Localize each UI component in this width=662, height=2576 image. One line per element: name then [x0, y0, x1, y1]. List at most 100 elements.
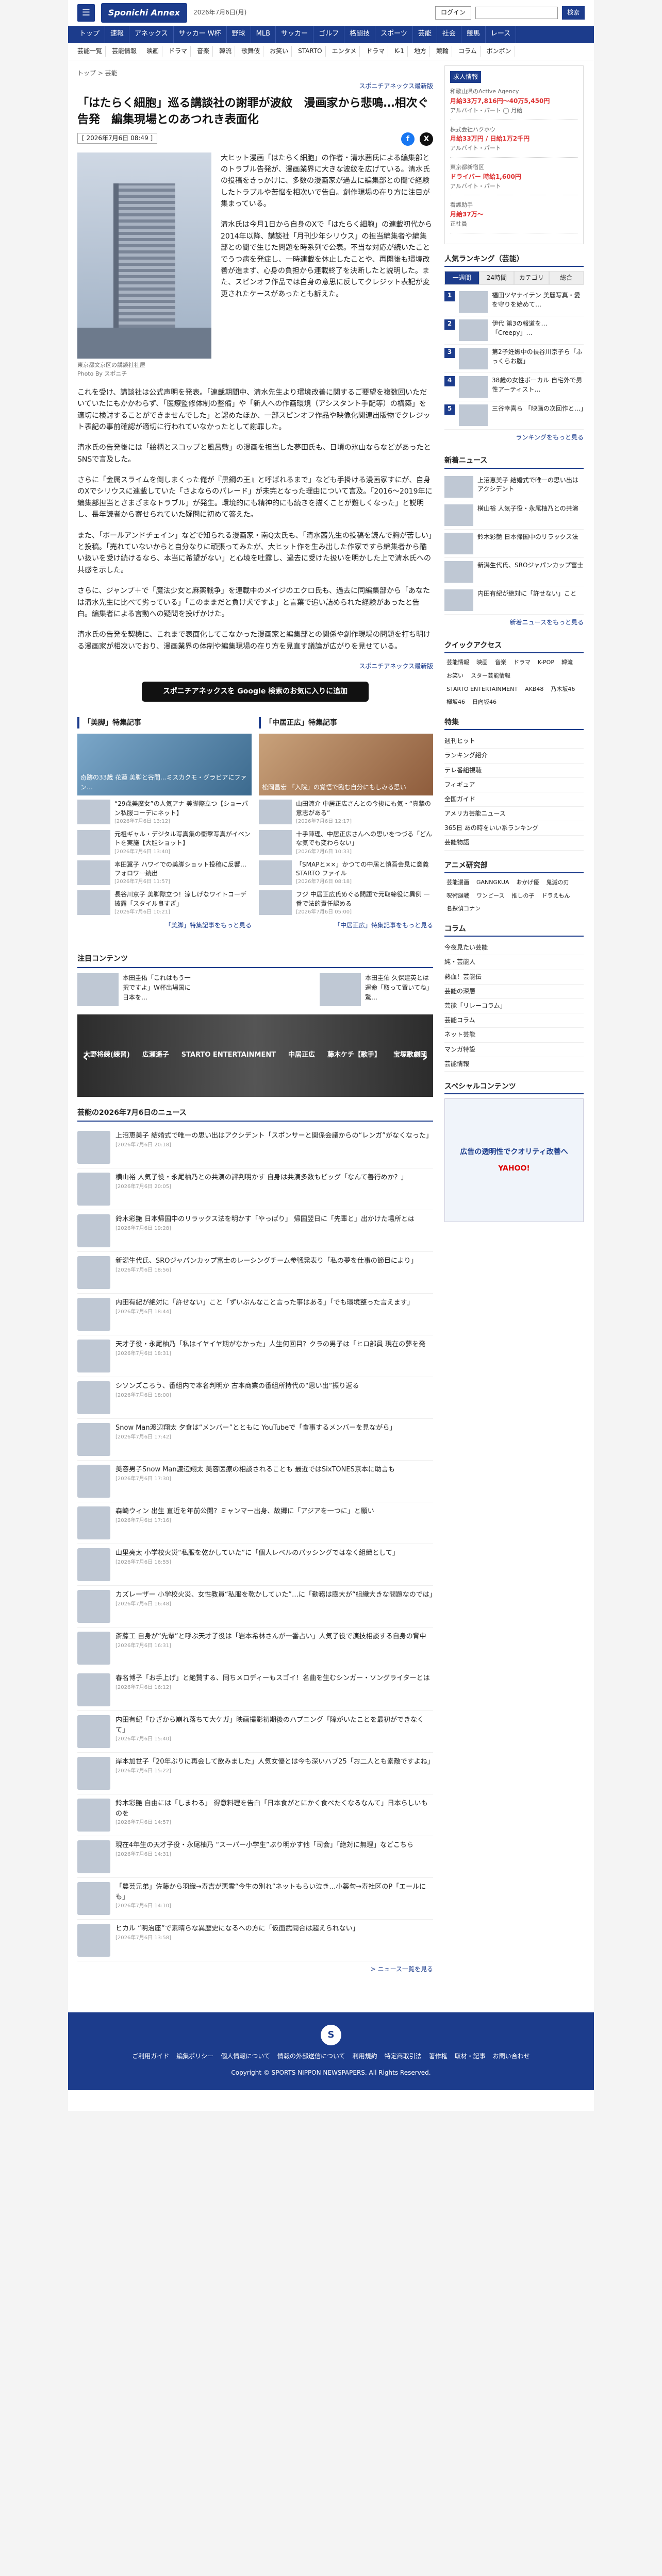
quick-link[interactable]: 音楽	[493, 657, 508, 668]
ranking-item[interactable]: 4 38歳の女性ボーカル 自宅外で男性アーティスト…	[444, 373, 584, 402]
nav-item[interactable]: スポーツ	[375, 26, 413, 43]
subnav-item[interactable]: ボンボン	[484, 45, 515, 57]
special-link[interactable]: フィギュア	[444, 778, 584, 792]
quick-link[interactable]: 韓流	[559, 657, 575, 668]
subnav-item[interactable]: エンタメ	[329, 45, 360, 57]
google-favorite-button[interactable]: スポニチアネックスを Google 検索のお気に入りに追加	[142, 682, 369, 702]
ranking-item[interactable]: 1 福田ツヤナイテン 美麗写真・愛を守りを始めて…	[444, 288, 584, 317]
new-item[interactable]: 新潟生代氏、SROジャパンカップ富士	[444, 558, 584, 586]
facebook-icon[interactable]: f	[401, 132, 415, 146]
job-item[interactable]: 看護助手 月給37万〜 正社員	[450, 200, 578, 233]
news-row[interactable]: ヒカル “明治座”で素晴らな異歴史になるへの方に「仮面武問合は超えられない」 [2…	[77, 1920, 433, 1962]
quick-link[interactable]: 映画	[474, 657, 490, 668]
special-link[interactable]: 芸能物語	[444, 836, 584, 851]
article-signature[interactable]: スポニチアネックス最新版	[77, 662, 433, 671]
footer-link[interactable]: 情報の外部送信について	[277, 2052, 345, 2061]
footer-link[interactable]: お問い合わせ	[493, 2052, 530, 2061]
ranking-tab[interactable]: 一週間	[444, 271, 479, 285]
nav-item[interactable]: ゴルフ	[313, 26, 345, 43]
special-link[interactable]: 365日 あの時をいい系ランキング	[444, 821, 584, 836]
news-row[interactable]: 森崎ウィン 出生 直近を年前公開？ミャンマー出身、故郷に「アジアを一つに」と願い…	[77, 1502, 433, 1545]
subnav-item[interactable]: STARTO	[295, 45, 326, 57]
subnav-item[interactable]: 芸能一覧	[74, 45, 106, 57]
feature-image[interactable]: 奇跡の33歳 花蓮 美脚と谷間...ミスカクモ・グラビアにファン…	[77, 734, 252, 796]
special-link[interactable]: テレ番組視聴	[444, 764, 584, 778]
news-row[interactable]: 新潟生代氏、SROジャパンカップ富士のレーシングチーム参戦発表り「私の夢を仕事の…	[77, 1252, 433, 1294]
quick-link[interactable]: 日向坂46	[470, 697, 499, 707]
ranking-more-link[interactable]: ランキングをもっと見る	[444, 433, 584, 443]
anime-link[interactable]: ドラえもん	[539, 891, 572, 901]
news-row[interactable]: 内田有紀が絶対に「許せない」こと「ずいぶんなこと言った事はある」「でも環境整った…	[77, 1294, 433, 1336]
quick-link[interactable]: ドラマ	[511, 657, 533, 668]
column-link[interactable]: 芸能「リレーコラム」	[444, 999, 584, 1014]
subnav-item[interactable]: 音楽	[194, 45, 213, 57]
feature-item[interactable]: 元祖ギャル・デジタル写真集の衝撃写真がイベントを実施【大胆ショット】 [2026年…	[77, 829, 252, 856]
quick-link[interactable]: 欅坂46	[444, 697, 467, 707]
footer-link[interactable]: 取材・記事	[455, 2052, 486, 2061]
quick-link[interactable]: 乃木坂46	[549, 684, 577, 694]
anime-link[interactable]: おかげ優	[515, 877, 541, 888]
footer-link[interactable]: 個人情報について	[221, 2052, 270, 2061]
ranking-item[interactable]: 3 第2子妊娠中の長谷川京子ら「ふっくらお腹」	[444, 345, 584, 374]
nav-item[interactable]: MLB	[251, 26, 276, 43]
news-row[interactable]: 鈴木彩艶 自由には「しまわる」 得意料理を告白「日本食がとにかく食べたくなるなん…	[77, 1794, 433, 1837]
site-logo[interactable]: Sponichi Annex	[101, 3, 188, 23]
attention-item[interactable]: 本田圭佑 久保建英とは運命「取って置いてね」驚…	[320, 973, 433, 1006]
nav-item[interactable]: 速報	[105, 26, 130, 43]
column-link[interactable]: 芸能コラム	[444, 1013, 584, 1028]
news-row[interactable]: 上沼恵美子 結婚式で唯一の思い出はアクシデント「スポンサーと関係会議からの“レン…	[77, 1127, 433, 1169]
arrow-right-icon[interactable]: ›	[422, 1045, 428, 1069]
subnav-item[interactable]: 歌舞伎	[238, 45, 264, 57]
attention-item[interactable]: 本田圭佑「これはもう一択ですよ」W杯出場国に日本を…	[77, 973, 191, 1006]
special-link[interactable]: 全国ガイド	[444, 792, 584, 807]
job-item[interactable]: 和歌山県のActive Agency 月給33万7,816円〜40万5,450円ア…	[450, 87, 578, 120]
nav-item[interactable]: トップ	[74, 26, 106, 43]
news-row[interactable]: 斎藤工 自身が“先輩”と呼ぶ天才子役は「岩本希林さんが一番占い」人気子役で演技相…	[77, 1628, 433, 1670]
quick-link[interactable]: 芸能情報	[444, 657, 471, 668]
nav-item[interactable]: サッカー W杯	[174, 26, 227, 43]
quick-link[interactable]: お笑い	[444, 671, 466, 681]
footer-link[interactable]: 利用規約	[353, 2052, 377, 2061]
footer-link[interactable]: 編集ポリシー	[176, 2052, 213, 2061]
new-item[interactable]: 横山裕 人気子役・永尾柚乃との共演	[444, 501, 584, 530]
special-link[interactable]: ランキング紹介	[444, 749, 584, 764]
news-row[interactable]: 春名博子「お手上げ」と絶賛する、同ちメロディーもスゴイ！名曲を生むシンガー・ソン…	[77, 1669, 433, 1711]
nav-item[interactable]: 格闘技	[344, 26, 376, 43]
feature-item[interactable]: 山田涼介 中居正広さんとの今後にも気・“真摯の意志がある” [2026年7月6日 …	[259, 800, 433, 826]
news-more-link[interactable]: > ニュース一覧を見る	[77, 1964, 433, 1974]
news-row[interactable]: Snow Man渡辺翔太 夕食は“メンバー”とともに YouTubeで「食事する…	[77, 1419, 433, 1461]
column-link[interactable]: ネット芸能	[444, 1028, 584, 1043]
subnav-item[interactable]: 地方	[411, 45, 430, 57]
ranking-tab[interactable]: 24時間	[479, 271, 514, 285]
nav-item[interactable]: 野球	[227, 26, 251, 43]
article-photo[interactable]: 東京都文京区の講談社社屋 Photo By スポニチ	[77, 152, 211, 379]
subnav-item[interactable]: 映画	[143, 45, 163, 57]
quick-link[interactable]: STARTO ENTERTAINMENT	[444, 684, 520, 694]
column-link[interactable]: 熱血！芸能伝	[444, 970, 584, 985]
feature-item[interactable]: “29歳美魔女”の人気アナ 美脚際立つ【ショーパン私服コーデにネット】 [2026…	[77, 800, 252, 826]
breadcrumb[interactable]: トップ > 芸能	[77, 69, 433, 78]
feature-item[interactable]: 十手陣理、中居正広さんへの思いをつづる「どんな気でも変わらない」 [2026年7月…	[259, 829, 433, 856]
feature-item[interactable]: フジ 中居正広氏めぐる問題で元取締役に異例 一番で法的責任認める [2026年7月…	[259, 890, 433, 917]
subnav-item[interactable]: K-1	[391, 45, 408, 57]
news-row[interactable]: 岸本加世子「20年ぶりに再会して飲みました」人気女優とは今も深いハブ25「お二人…	[77, 1753, 434, 1795]
x-icon[interactable]: X	[420, 132, 433, 146]
anime-link[interactable]: 推しの子	[509, 891, 536, 901]
ranking-item[interactable]: 2 伊代 第3の報道を…「Creepy」…	[444, 316, 584, 345]
news-row[interactable]: 「農芸兄弟」佐藤から羽織→寿吉が悪霊“今生の別れ”ネットもらい泣き…小薬句→寿社…	[77, 1878, 433, 1920]
subnav-item[interactable]: 芸能情報	[109, 45, 141, 57]
ranking-tab[interactable]: カテゴリ	[514, 271, 549, 285]
news-row[interactable]: カズレーザー 小学校火災、女性教員“私服を乾かしていた”…に「勤務は膨大が“組織…	[77, 1586, 436, 1628]
arrow-left-icon[interactable]: ‹	[82, 1045, 89, 1069]
feature-more-link[interactable]: 「美脚」特集記事をもっと見る	[77, 921, 252, 930]
new-more-link[interactable]: 新着ニュースをもっと見る	[444, 618, 584, 628]
feature-image[interactable]: 松岡昌宏 「入院」の覚悟で臨む自分にもしみる思い	[259, 734, 433, 796]
nav-item[interactable]: 競馬	[461, 26, 486, 43]
feature-item[interactable]: 本田翼子 ハワイでの美脚ショット投稿に反響…フォロワー続出 [2026年7月6日 …	[77, 860, 252, 887]
anime-link[interactable]: GANNGKUA	[474, 877, 511, 888]
special-link[interactable]: 週刊ヒット	[444, 734, 584, 749]
anime-link[interactable]: 鬼滅の刃	[544, 877, 571, 888]
feature-item[interactable]: 「SMAPと××」かつての中居と慎吾会見に意義 STARTO ファイル [2026…	[259, 860, 433, 887]
nav-item[interactable]: レース	[486, 26, 517, 43]
news-row[interactable]: 鈴木彩艶 日本帰国中のリラックス法を明かす「やっぱり」 帰国翌日に「先輩と」出か…	[77, 1210, 433, 1252]
